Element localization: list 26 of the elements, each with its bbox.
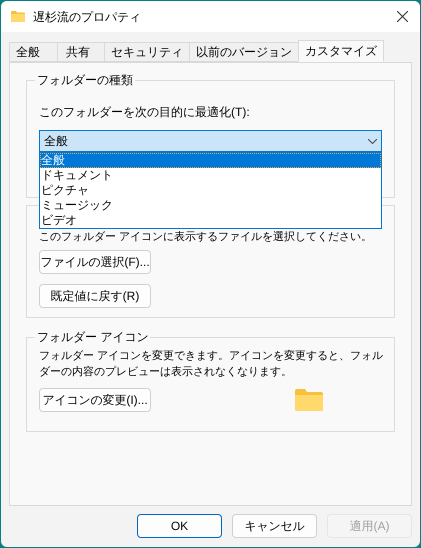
- dropdown-option[interactable]: ピクチャ: [40, 183, 381, 198]
- chevron-down-icon: [368, 138, 377, 144]
- dialog-button[interactable]: OK: [137, 514, 222, 538]
- dropdown-option[interactable]: ドキュメント: [40, 168, 381, 183]
- description: フォルダー アイコンを変更できます。アイコンを変更すると、フォルダーの内容のプレビューは表示されなくなります。: [39, 348, 384, 380]
- dialog-button[interactable]: キャンセル: [232, 514, 317, 538]
- dropdown-option[interactable]: ミュージック: [40, 198, 381, 213]
- tab[interactable]: 以前のバージョン: [189, 42, 299, 62]
- folder-icon: [295, 389, 323, 411]
- field-label: このフォルダーを次の目的に最適化(T):: [39, 104, 251, 121]
- description: このフォルダー アイコンに表示するファイルを選択してください。: [39, 230, 374, 244]
- folder-type-dropdown[interactable]: 全般: [39, 130, 382, 152]
- group-title: フォルダー アイコン: [35, 329, 150, 345]
- action-button[interactable]: ファイルの選択(F)...: [39, 250, 151, 274]
- change-icon-button[interactable]: アイコンの変更(I)...: [39, 388, 151, 412]
- tab[interactable]: カスタマイズ: [298, 40, 384, 62]
- dropdown-option[interactable]: ビデオ: [40, 213, 381, 228]
- close-icon[interactable]: [397, 11, 408, 22]
- tab[interactable]: セキュリティ: [104, 42, 190, 62]
- tab[interactable]: 共有: [57, 42, 105, 62]
- action-button[interactable]: 既定値に戻す(R): [39, 284, 151, 308]
- window-title: 遅杉流のプロパティ: [33, 8, 141, 26]
- tab[interactable]: 全般: [9, 42, 58, 62]
- folder-icon: [11, 11, 25, 22]
- group-title: フォルダーの種類: [35, 72, 135, 88]
- dropdown-option[interactable]: 全般: [40, 153, 381, 168]
